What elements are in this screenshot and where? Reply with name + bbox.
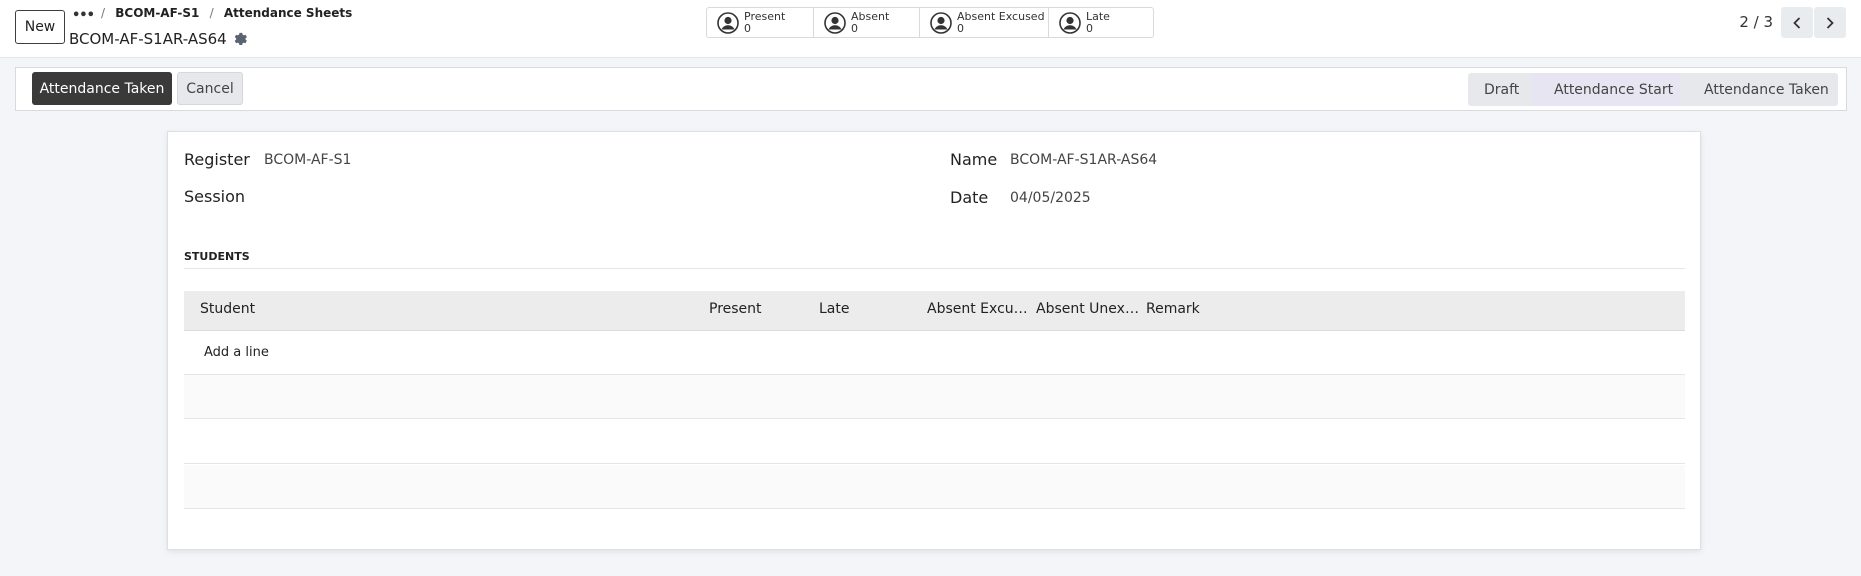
column-header-late[interactable]: Late: [819, 301, 909, 317]
stat-label: Present: [744, 9, 786, 23]
attendance-taken-button[interactable]: Attendance Taken: [32, 72, 172, 105]
students-section-title: STUDENTS: [184, 250, 250, 263]
stage-attendance-start[interactable]: Attendance Start: [1532, 73, 1680, 106]
new-button[interactable]: New: [15, 10, 65, 44]
stat-value: 0: [851, 21, 858, 35]
user-icon: [930, 11, 952, 34]
table-row: Add a line: [184, 331, 1685, 375]
column-header-absent-unexcused[interactable]: Absent Unex…: [1036, 301, 1139, 317]
name-field[interactable]: BCOM-AF-S1AR-AS64: [1010, 152, 1157, 168]
user-icon: [1059, 11, 1081, 34]
stage-label: Attendance Start: [1554, 81, 1674, 98]
record-title-text: BCOM-AF-S1AR-AS64: [69, 30, 227, 48]
stage-label: Attendance Taken: [1704, 81, 1829, 98]
more-actions-icon[interactable]: •••: [72, 9, 95, 23]
section-divider: [184, 268, 1685, 269]
date-field[interactable]: 04/05/2025: [1010, 190, 1091, 206]
breadcrumb-register-link[interactable]: BCOM-AF-S1: [115, 6, 199, 20]
add-line-link[interactable]: Add a line: [204, 345, 269, 360]
stage-attendance-taken[interactable]: Attendance Taken: [1680, 73, 1838, 106]
record-title: BCOM-AF-S1AR-AS64: [69, 30, 247, 48]
breadcrumb-separator: /: [209, 6, 214, 20]
user-icon: [717, 11, 739, 34]
stat-present-button[interactable]: Present 0: [707, 8, 814, 37]
chevron-left-icon: [1793, 16, 1801, 29]
session-field[interactable]: [264, 189, 824, 209]
table-row: [184, 420, 1685, 464]
breadcrumb: / BCOM-AF-S1 / Attendance Sheets: [95, 6, 352, 20]
user-icon: [824, 11, 846, 34]
students-table-header: Student Present Late Absent Excu… Absent…: [184, 291, 1685, 331]
table-row: [184, 375, 1685, 419]
pager-previous-button[interactable]: [1781, 7, 1813, 38]
breadcrumb-attendance-sheets-link[interactable]: Attendance Sheets: [224, 6, 352, 20]
chevron-right-icon: [1826, 16, 1834, 29]
stage-draft[interactable]: Draft: [1468, 73, 1532, 106]
column-header-remark[interactable]: Remark: [1146, 301, 1346, 317]
register-label: Register: [184, 150, 250, 169]
form-sheet: Register BCOM-AF-S1 Session Name BCOM-AF…: [167, 131, 1701, 550]
stat-label: Absent: [851, 9, 890, 23]
attendance-stat-buttons: Present 0 Absent 0 Absent Excused 0 Late 0: [706, 7, 1154, 38]
pager-value: 2 / 3: [1739, 13, 1773, 31]
stat-value: 0: [957, 21, 964, 35]
stat-late-button[interactable]: Late 0: [1049, 8, 1153, 37]
stage-pipeline: Draft Attendance Start Attendance Taken: [1468, 73, 1838, 106]
stat-value: 0: [744, 21, 751, 35]
form-statusbar: Attendance Taken Cancel Draft Attendance…: [15, 67, 1847, 111]
cancel-button[interactable]: Cancel: [177, 72, 243, 105]
column-header-student[interactable]: Student: [200, 301, 400, 317]
register-field[interactable]: BCOM-AF-S1: [264, 152, 351, 168]
stat-value: 0: [1086, 21, 1093, 35]
stage-label: Draft: [1484, 81, 1520, 98]
date-label: Date: [950, 188, 989, 207]
stat-label: Absent Excused: [957, 9, 1045, 23]
gear-icon[interactable]: [233, 32, 247, 46]
table-row: [184, 465, 1685, 509]
stat-absent-excused-button[interactable]: Absent Excused 0: [920, 8, 1049, 37]
session-label: Session: [184, 187, 246, 206]
breadcrumb-separator: /: [101, 6, 106, 20]
name-label: Name: [950, 150, 998, 169]
column-header-present[interactable]: Present: [709, 301, 799, 317]
pager-next-button[interactable]: [1814, 7, 1846, 38]
stat-label: Late: [1086, 9, 1110, 23]
control-panel: New ••• / BCOM-AF-S1 / Attendance Sheets…: [0, 0, 1861, 58]
stat-absent-button[interactable]: Absent 0: [814, 8, 920, 37]
column-header-absent-excused[interactable]: Absent Excu…: [927, 301, 1029, 317]
